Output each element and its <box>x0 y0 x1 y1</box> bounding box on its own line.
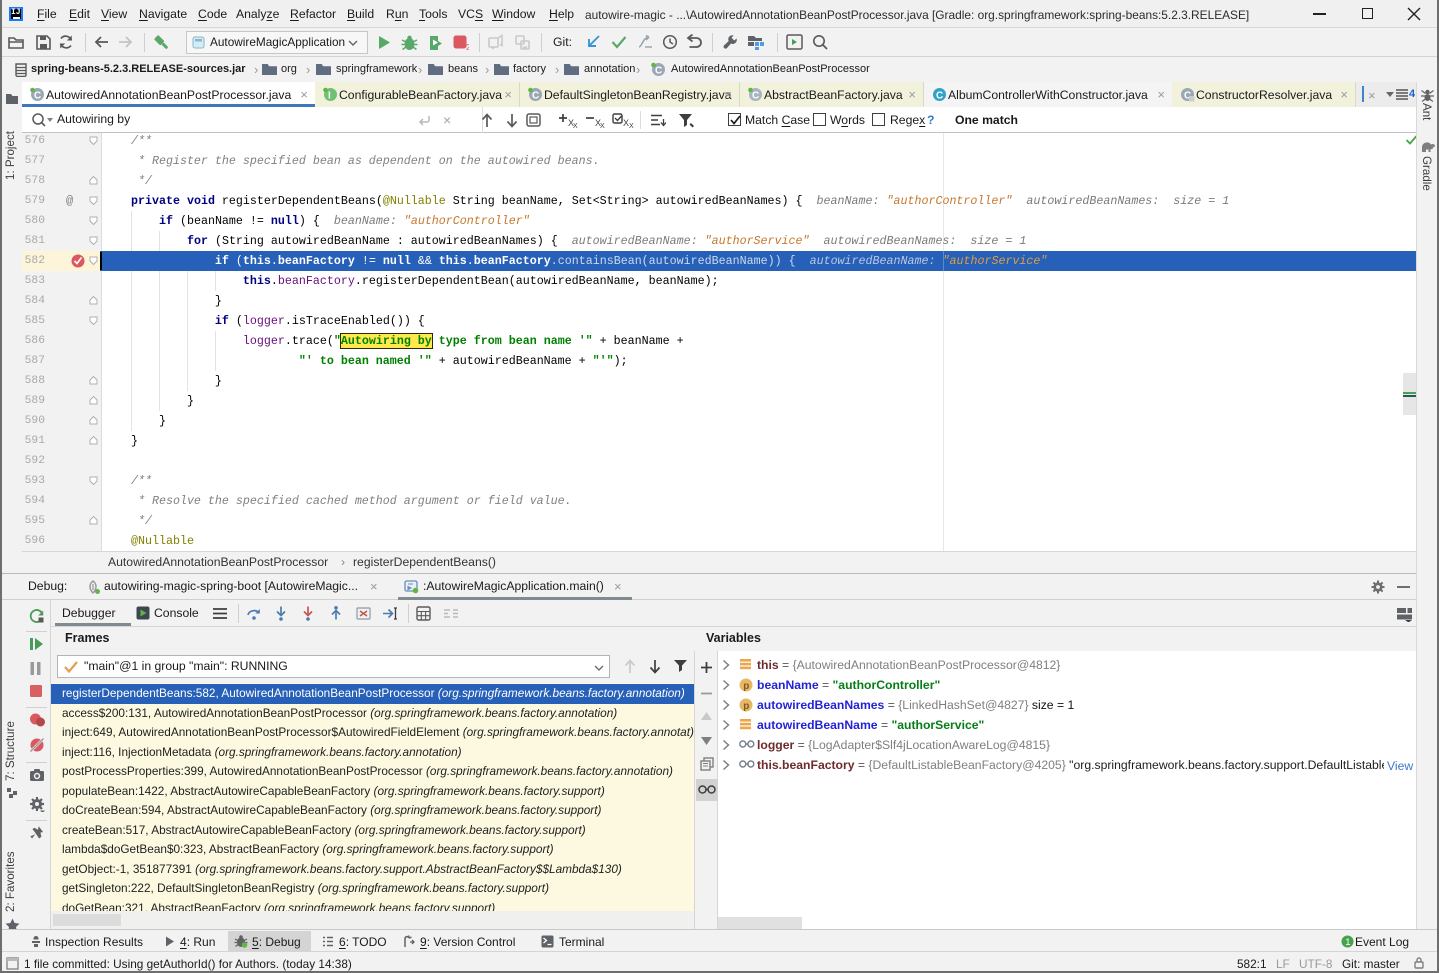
svg-text:1: 1 <box>1345 937 1350 948</box>
svg-text:C: C <box>34 91 41 102</box>
svg-text:C: C <box>532 91 539 102</box>
svg-text:X: X <box>573 123 578 128</box>
svg-text:X: X <box>600 123 605 128</box>
svg-text:C: C <box>655 66 662 77</box>
svg-text:C: C <box>752 91 759 102</box>
svg-text:I: I <box>328 91 331 102</box>
svg-text:C: C <box>936 91 943 102</box>
svg-text:p: p <box>743 681 749 692</box>
svg-text:2: 2 <box>466 43 469 51</box>
svg-text:p: p <box>743 701 749 712</box>
svg-text:X: X <box>629 123 634 128</box>
